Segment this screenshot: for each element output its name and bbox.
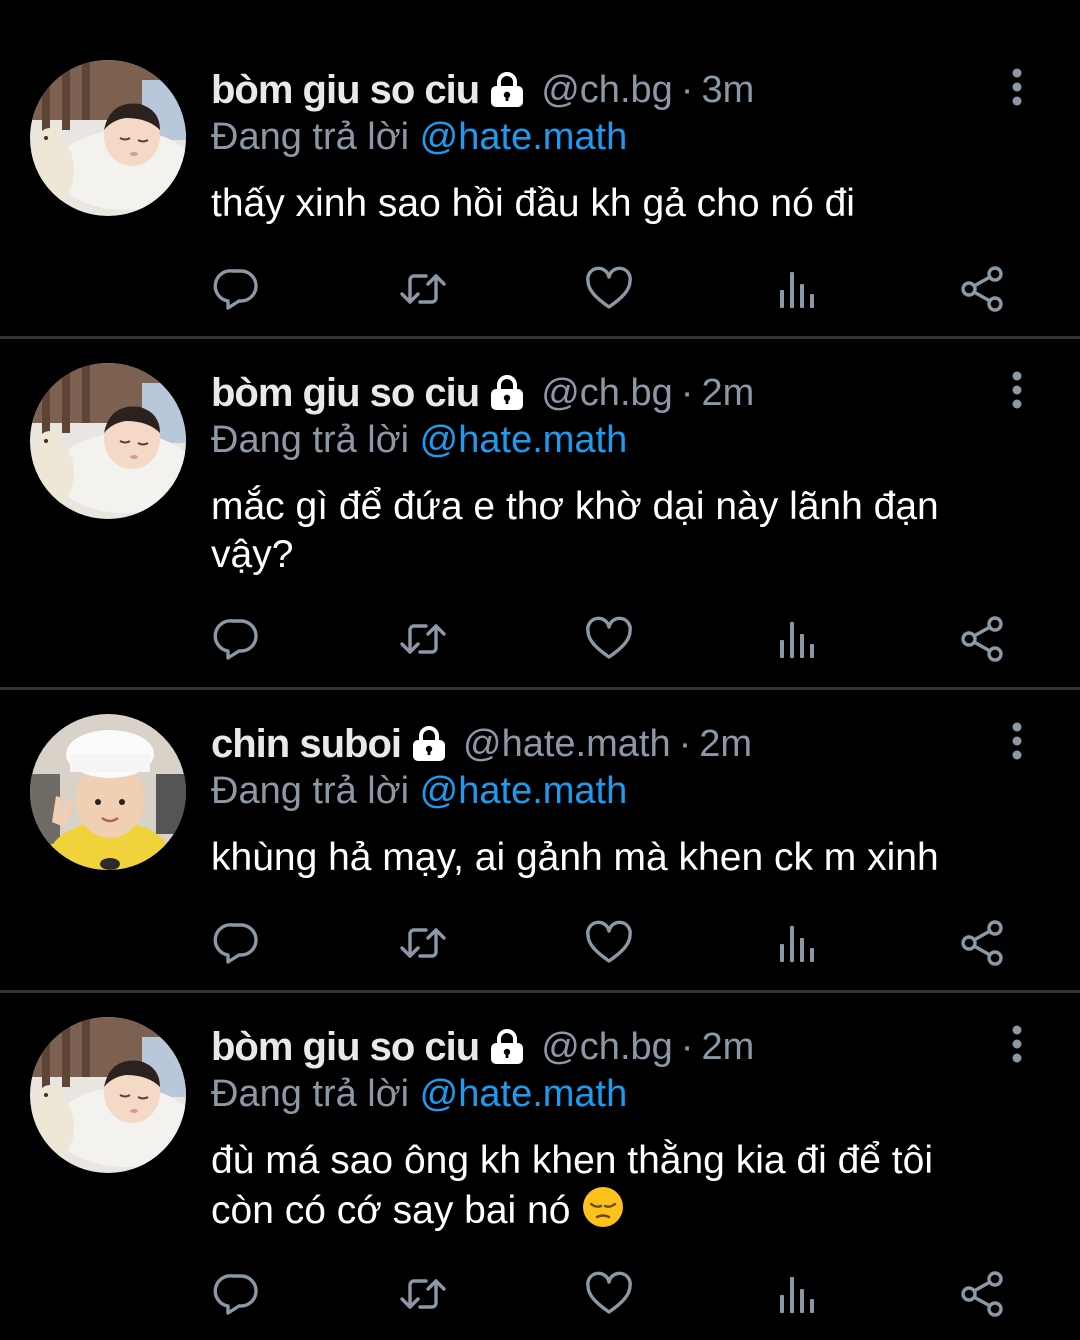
user-handle[interactable]: @hate.math — [463, 723, 671, 766]
lock-icon — [487, 1029, 527, 1065]
display-name[interactable]: chin suboi — [211, 722, 402, 767]
heart-icon[interactable] — [584, 918, 634, 968]
avatar[interactable] — [30, 363, 186, 519]
action-bar — [0, 614, 1080, 664]
replying-to: Đang trả lời @hate.math — [211, 770, 627, 813]
views-chart-icon[interactable] — [771, 264, 821, 314]
reply-prefix: Đang trả lời — [211, 1073, 410, 1115]
share-icon[interactable] — [957, 264, 1007, 314]
reply-prefix: Đang trả lời — [211, 770, 410, 812]
tweet-text: đù má sao ông kh khen thằng kia đi để tô… — [211, 1139, 933, 1232]
more-options-icon[interactable] — [1004, 1025, 1030, 1065]
timestamp[interactable]: 2m — [701, 1026, 754, 1069]
heart-icon[interactable] — [584, 614, 634, 664]
reply-icon[interactable] — [212, 918, 262, 968]
user-handle[interactable]: @ch.bg — [541, 372, 673, 415]
tweet-text: khùng hả mạy, ai gảnh mà khen ck m xinh — [211, 836, 939, 879]
retweet-icon[interactable] — [398, 614, 448, 664]
reply-mention-link[interactable]: @hate.math — [420, 1073, 628, 1115]
separator-dot: · — [680, 371, 694, 414]
share-icon[interactable] — [957, 614, 1007, 664]
reply-icon[interactable] — [212, 264, 262, 314]
action-bar — [0, 264, 1080, 314]
timestamp[interactable]: 2m — [701, 372, 754, 415]
heart-icon[interactable] — [584, 1269, 634, 1319]
action-bar — [0, 1269, 1080, 1319]
views-chart-icon[interactable] — [771, 918, 821, 968]
lock-icon — [487, 375, 527, 411]
avatar[interactable] — [30, 1017, 186, 1173]
display-name[interactable]: bòm giu so ciu — [211, 68, 480, 113]
user-handle[interactable]: @ch.bg — [541, 1026, 673, 1069]
more-options-icon[interactable] — [1004, 371, 1030, 411]
tweet-header: bòm giu so ciu @ch.bg · 2m — [211, 1022, 754, 1072]
tweet[interactable]: bòm giu so ciu @ch.bg · 3m Đang trả lời … — [0, 0, 1080, 337]
reply-icon[interactable] — [212, 614, 262, 664]
views-chart-icon[interactable] — [771, 614, 821, 664]
timestamp[interactable]: 3m — [701, 69, 754, 112]
retweet-icon[interactable] — [398, 1269, 448, 1319]
reply-mention-link[interactable]: @hate.math — [420, 419, 628, 461]
tweet[interactable]: chin suboi @hate.math · 2m Đang trả lời … — [0, 690, 1080, 990]
tweet-text: thấy xinh sao hồi đầu kh gả cho nó đi — [211, 182, 855, 225]
replying-to: Đang trả lời @hate.math — [211, 116, 627, 159]
tweet[interactable]: bòm giu so ciu @ch.bg · 2m Đang trả lời … — [0, 340, 1080, 687]
reply-prefix: Đang trả lời — [211, 419, 410, 461]
lock-icon — [409, 726, 449, 762]
reply-icon[interactable] — [212, 1269, 262, 1319]
avatar[interactable] — [30, 60, 186, 216]
timestamp[interactable]: 2m — [699, 723, 752, 766]
views-chart-icon[interactable] — [771, 1269, 821, 1319]
user-handle[interactable]: @ch.bg — [541, 69, 673, 112]
share-icon[interactable] — [957, 918, 1007, 968]
more-options-icon[interactable] — [1004, 68, 1030, 108]
separator-dot: · — [680, 1025, 694, 1068]
separator-dot: · — [678, 722, 692, 765]
lock-icon — [487, 72, 527, 108]
replying-to: Đang trả lời @hate.math — [211, 419, 627, 462]
tweet-header: chin suboi @hate.math · 2m — [211, 719, 752, 769]
reply-prefix: Đang trả lời — [211, 116, 410, 158]
avatar[interactable] — [30, 714, 186, 870]
replying-to: Đang trả lời @hate.math — [211, 1073, 627, 1116]
display-name[interactable]: bòm giu so ciu — [211, 1025, 480, 1070]
pensive-face-icon — [581, 1185, 625, 1229]
tweet-body: đù má sao ông kh khen thằng kia đi để tô… — [211, 1137, 1001, 1235]
action-bar — [0, 918, 1080, 968]
retweet-icon[interactable] — [398, 264, 448, 314]
display-name[interactable]: bòm giu so ciu — [211, 371, 480, 416]
tweet-header: bòm giu so ciu @ch.bg · 3m — [211, 65, 754, 115]
reply-mention-link[interactable]: @hate.math — [420, 116, 628, 158]
share-icon[interactable] — [957, 1269, 1007, 1319]
more-options-icon[interactable] — [1004, 722, 1030, 762]
divider — [0, 336, 1080, 339]
reply-mention-link[interactable]: @hate.math — [420, 770, 628, 812]
separator-dot: · — [680, 68, 694, 111]
tweet[interactable]: bòm giu so ciu @ch.bg · 2m Đang trả lời … — [0, 993, 1080, 1340]
tweet-text: mắc gì để đứa e thơ khờ dại này lãnh đạn… — [211, 485, 939, 576]
retweet-icon[interactable] — [398, 918, 448, 968]
tweet-header: bòm giu so ciu @ch.bg · 2m — [211, 368, 754, 418]
heart-icon[interactable] — [584, 264, 634, 314]
